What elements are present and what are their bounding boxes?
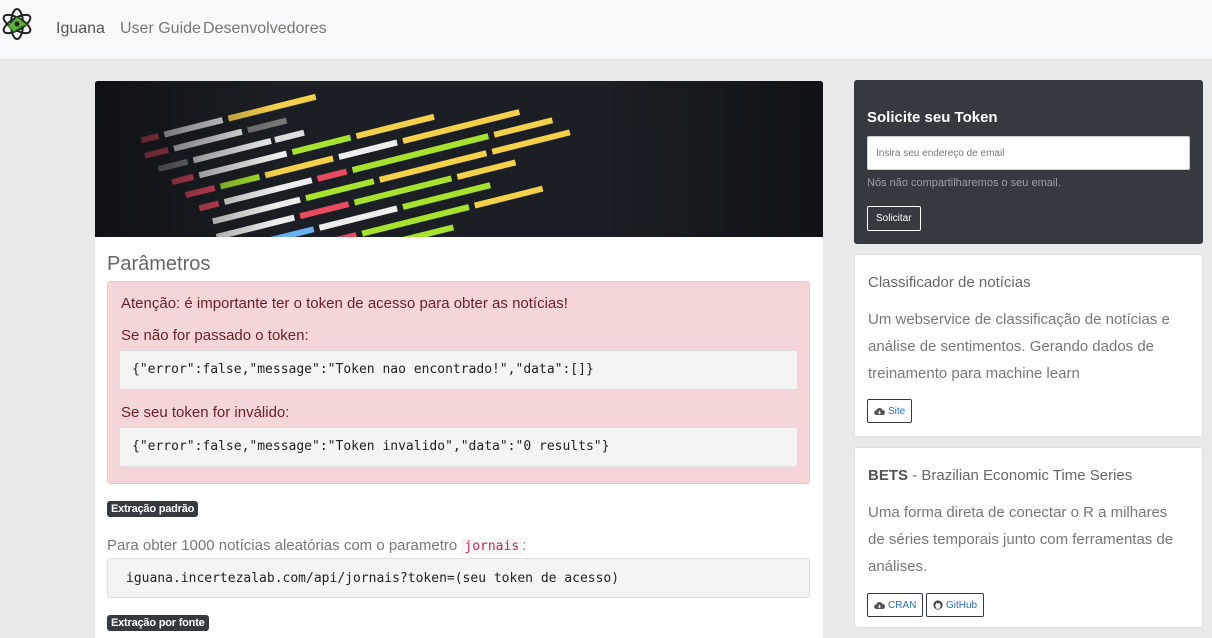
atom-logo-icon[interactable] [0,5,36,43]
nav-link-desenvolvedores[interactable]: Desenvolvedores [203,20,327,38]
site-button-label: Site [888,405,906,417]
nav-link-user-guide[interactable]: User Guide [120,20,201,38]
card-title-bold: BETS [868,467,909,484]
card-title: Classificador de notícias [868,274,1031,291]
token-card-title: Solicite seu Token [867,109,998,126]
email-help-text: Nós não compartilharemos o seu email. [867,177,1061,189]
site-button[interactable]: Site [867,399,913,423]
para-suffix: : [522,537,527,554]
alert-no-token-label: Se não for passado o token: [121,327,309,344]
github-button[interactable]: GitHub [926,593,985,617]
api-url-example: iguana.incertezalab.com/api/jornais?toke… [107,558,810,598]
jornais-description: Para obter 1000 notícias aleatórias com … [107,537,527,555]
cloud-download-icon [874,601,885,609]
cloud-download-icon [874,407,885,415]
cran-button[interactable]: CRAN [867,593,924,617]
github-icon [933,600,943,610]
bets-card: BETS - Brazilian Economic Time Series Um… [854,447,1203,628]
badge-extracao-padrao: Extração padrão [107,501,199,517]
para-prefix: Para obter 1000 notícias aleatórias com … [107,537,462,554]
card-description: Uma forma direta de conectar o R a milha… [868,504,1174,575]
no-token-response-code: {"error":false,"message":"Token nao enco… [119,350,798,390]
cran-button-label: CRAN [888,599,917,611]
inline-code-jornais: jornais [461,538,523,555]
card-title-rest: - Brazilian Economic Time Series [908,467,1133,484]
solicitar-button[interactable]: Solicitar [867,206,921,231]
alert-heading: Atenção: é importante ter o token de ace… [121,295,568,312]
token-warning-alert: Atenção: é importante ter o token de ace… [107,281,810,484]
section-title: Parâmetros [107,253,211,275]
alert-invalid-token-label: Se seu token for inválido: [121,404,290,421]
hero-code-image [95,81,823,237]
brand-link[interactable]: Iguana [56,20,105,38]
classificador-card: Classificador de notícias Um webservice … [854,254,1203,437]
token-request-card: Solicite seu Token Nós não compartilhare… [854,80,1203,244]
navbar: Iguana User Guide Desenvolvedores [0,0,1212,60]
main-card: Parâmetros Atenção: é importante ter o t… [95,81,823,638]
card-title: BETS - Brazilian Economic Time Series [868,467,1132,484]
invalid-token-response-code: {"error":false,"message":"Token invalido… [119,427,798,467]
badge-extracao-por-fonte: Extração por fonte [107,615,209,631]
github-button-label: GitHub [946,599,978,611]
email-field[interactable] [867,136,1190,170]
card-description: Um webservice de classificação de notíci… [868,311,1170,382]
